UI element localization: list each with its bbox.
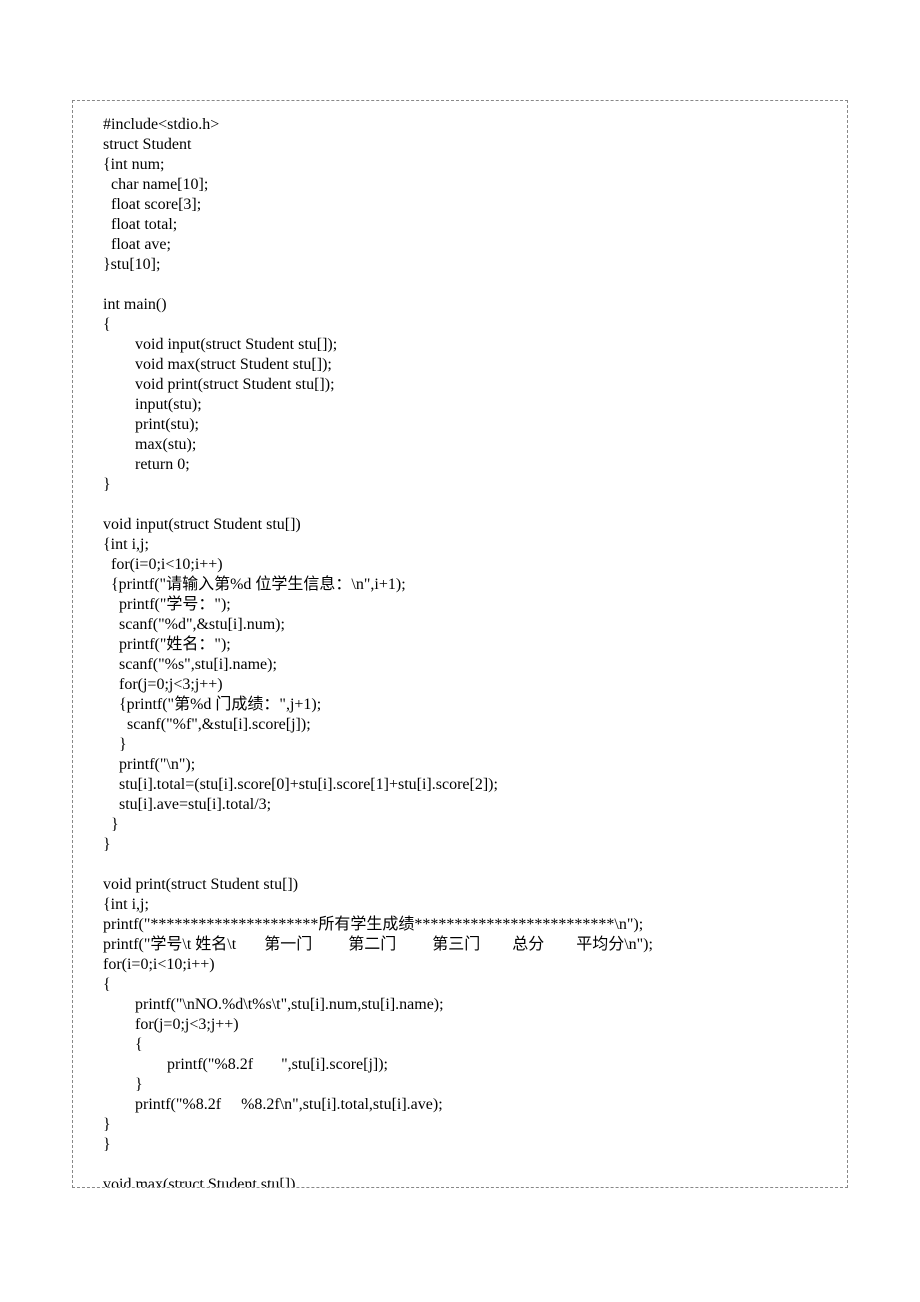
document-page: #include<stdio.h> struct Student {int nu… — [0, 0, 920, 1302]
code-listing-box: #include<stdio.h> struct Student {int nu… — [72, 100, 848, 1188]
code-content: #include<stdio.h> struct Student {int nu… — [103, 116, 653, 1188]
